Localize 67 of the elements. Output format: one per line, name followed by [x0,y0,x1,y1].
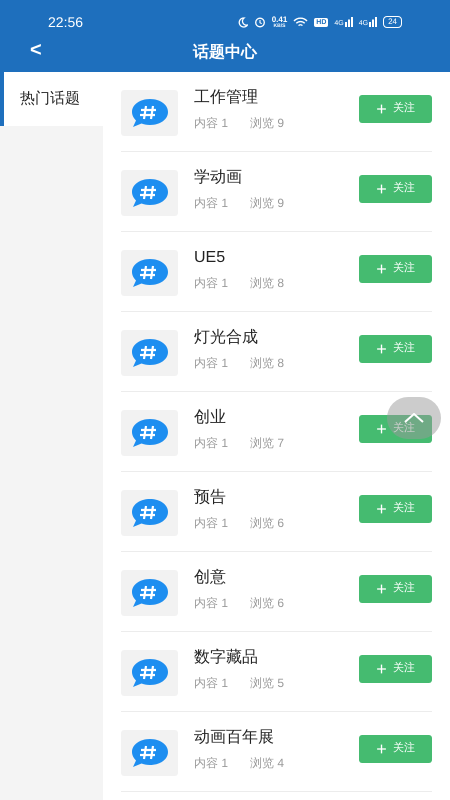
content-count: 内容 1 [194,434,228,452]
content-count: 内容 1 [194,514,228,532]
hashtag-bubble-icon [130,96,170,130]
hashtag-bubble-icon [130,576,170,610]
plus-icon: + [376,260,387,278]
follow-button[interactable]: + 关注 [359,494,432,522]
topic-title: 动画百年展 [194,728,275,748]
hashtag-bubble-icon [130,336,170,370]
wifi-icon [293,16,308,28]
follow-button[interactable]: + 关注 [359,254,432,282]
plus-icon: + [376,740,387,758]
signal-icon [344,17,353,27]
follow-button[interactable]: + 关注 [359,414,432,442]
topic-title: 数字藏品 [194,648,259,668]
scroll-to-top-button[interactable] [387,397,441,439]
follow-button[interactable]: + 关注 [359,574,432,602]
view-count: 浏览 9 [250,114,284,132]
view-count: 浏览 6 [250,594,284,612]
follow-button[interactable]: + 关注 [359,174,432,202]
signal-icon [369,17,378,27]
content-count: 内容 1 [194,194,228,212]
topic-title: 学动画 [194,168,243,188]
content-count: 内容 1 [194,274,228,292]
content-count: 内容 1 [194,114,228,132]
content-count: 内容 1 [194,674,228,692]
content-count: 内容 1 [194,594,228,612]
topic-title: 预告 [194,488,227,508]
follow-button[interactable]: + 关注 [359,654,432,682]
view-count: 浏览 8 [250,274,284,292]
topic-title: UE5 [194,248,226,268]
moon-icon [238,16,248,28]
follow-button[interactable]: + 关注 [359,94,432,122]
network-speed: 0.41 [272,16,288,24]
alarm-icon [254,16,266,28]
hashtag-bubble-icon [130,176,170,210]
view-count: 浏览 4 [250,754,284,772]
plus-icon: + [376,500,387,518]
follow-button[interactable]: + 关注 [359,734,432,762]
page-title: 话题中心 [193,42,257,63]
view-count: 浏览 9 [250,194,284,212]
content-count: 内容 1 [194,754,228,772]
view-count: 浏览 6 [250,514,284,532]
hashtag-bubble-icon [130,736,170,770]
sidebar-tab[interactable]: 热门话题 [0,72,103,126]
plus-icon: + [376,100,387,118]
topic-title: 工作管理 [194,88,259,108]
view-count: 浏览 5 [250,674,284,692]
plus-icon: + [376,580,387,598]
follow-button[interactable]: + 关注 [359,334,432,362]
hashtag-bubble-icon [130,256,170,290]
plus-icon: + [376,180,387,198]
hashtag-bubble-icon [130,496,170,530]
battery-level: 24 [383,16,402,28]
view-count: 浏览 8 [250,354,284,372]
content-count: 内容 1 [194,354,228,372]
back-button[interactable]: < [30,40,42,60]
topic-title: 创意 [194,568,227,588]
plus-icon: + [376,420,387,438]
status-time: 22:56 [48,12,84,32]
hashtag-bubble-icon [130,416,170,450]
view-count: 浏览 7 [250,434,284,452]
hashtag-bubble-icon [130,656,170,690]
plus-icon: + [376,340,387,358]
plus-icon: + [376,660,387,678]
topic-title: 灯光合成 [194,328,259,348]
chevron-up-icon [404,413,424,423]
topic-title: 创业 [194,408,227,428]
